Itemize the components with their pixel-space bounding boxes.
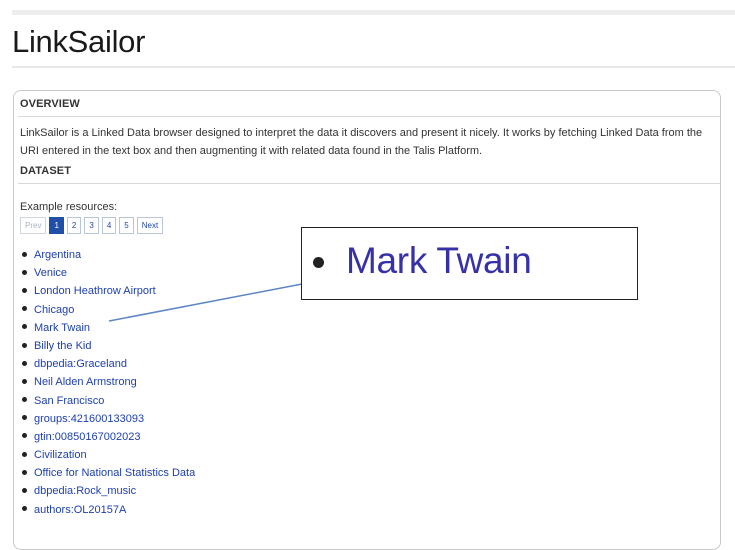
- zoom-callout: Mark Twain: [301, 227, 638, 300]
- callout-bullet-icon: [313, 257, 324, 268]
- callout-connector-line: [108, 283, 303, 322]
- callout-text: Mark Twain: [346, 240, 532, 281]
